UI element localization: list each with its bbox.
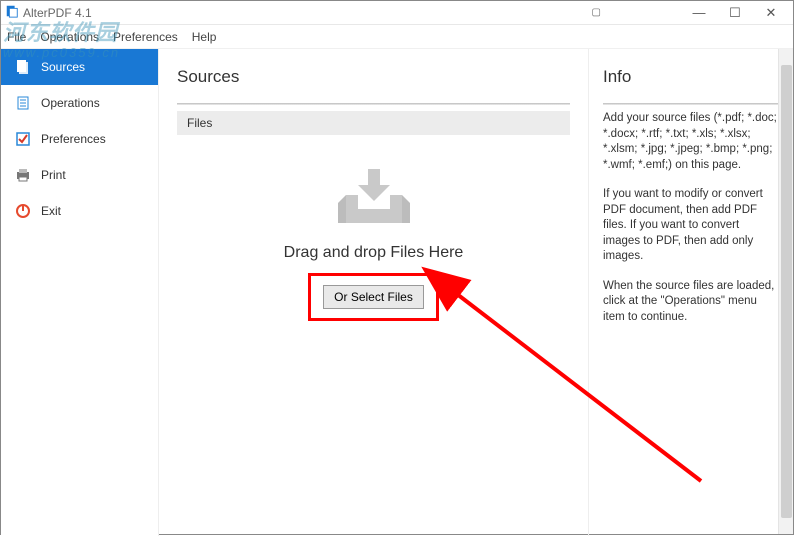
info-text: When the source files are loaded, click … xyxy=(603,279,779,326)
drop-zone[interactable]: Drag and drop Files Here Or Select Files xyxy=(177,165,570,321)
info-title: Info xyxy=(603,67,779,87)
page-title: Sources xyxy=(177,67,570,87)
app-title: AlterPDF 4.1 xyxy=(23,6,592,20)
maximize-button[interactable]: ☐ xyxy=(717,2,753,24)
scrollbar-thumb[interactable] xyxy=(781,65,792,518)
drop-label: Drag and drop Files Here xyxy=(284,244,464,262)
info-panel: Info Add your source files (*.pdf; *.doc… xyxy=(588,49,793,536)
menu-help[interactable]: Help xyxy=(192,30,217,44)
menubar: File Operations Preferences Help xyxy=(1,25,793,49)
info-text: If you want to modify or convert PDF doc… xyxy=(603,187,779,265)
divider xyxy=(603,103,779,105)
highlight-box: Or Select Files xyxy=(308,273,439,321)
info-text: Add your source files (*.pdf; *.doc; *.d… xyxy=(603,111,779,173)
menu-preferences[interactable]: Preferences xyxy=(113,30,178,44)
select-files-button[interactable]: Or Select Files xyxy=(323,285,424,309)
sidebar-item-preferences[interactable]: Preferences xyxy=(1,121,158,157)
sidebar-item-exit[interactable]: Exit xyxy=(1,193,158,229)
files-column-header: Files xyxy=(177,111,570,135)
menu-operations[interactable]: Operations xyxy=(40,30,99,44)
printer-icon xyxy=(15,167,31,183)
checkbox-icon xyxy=(15,131,31,147)
vertical-scrollbar[interactable] xyxy=(778,49,793,534)
sidebar-label: Sources xyxy=(41,60,85,74)
sidebar-label: Exit xyxy=(41,204,61,218)
decorative-square: ▢ xyxy=(592,7,601,18)
sidebar-item-sources[interactable]: Sources xyxy=(1,49,158,85)
files-icon xyxy=(15,59,31,75)
app-icon xyxy=(5,4,19,21)
sidebar-label: Preferences xyxy=(41,132,106,146)
minimize-button[interactable]: ― xyxy=(681,2,717,24)
download-box-icon xyxy=(336,165,412,232)
divider xyxy=(177,103,570,105)
power-icon xyxy=(15,203,31,219)
menu-file[interactable]: File xyxy=(7,30,26,44)
close-button[interactable]: ✕ xyxy=(753,2,789,24)
sidebar: Sources Operations Preferences Print Exi… xyxy=(1,49,159,536)
sidebar-item-operations[interactable]: Operations xyxy=(1,85,158,121)
sidebar-label: Operations xyxy=(41,96,100,110)
document-icon xyxy=(15,95,31,111)
sidebar-item-print[interactable]: Print xyxy=(1,157,158,193)
titlebar: AlterPDF 4.1 ▢ ― ☐ ✕ xyxy=(1,1,793,25)
sidebar-label: Print xyxy=(41,168,66,182)
content-area: Sources Files Drag and drop Files Here O… xyxy=(159,49,588,536)
